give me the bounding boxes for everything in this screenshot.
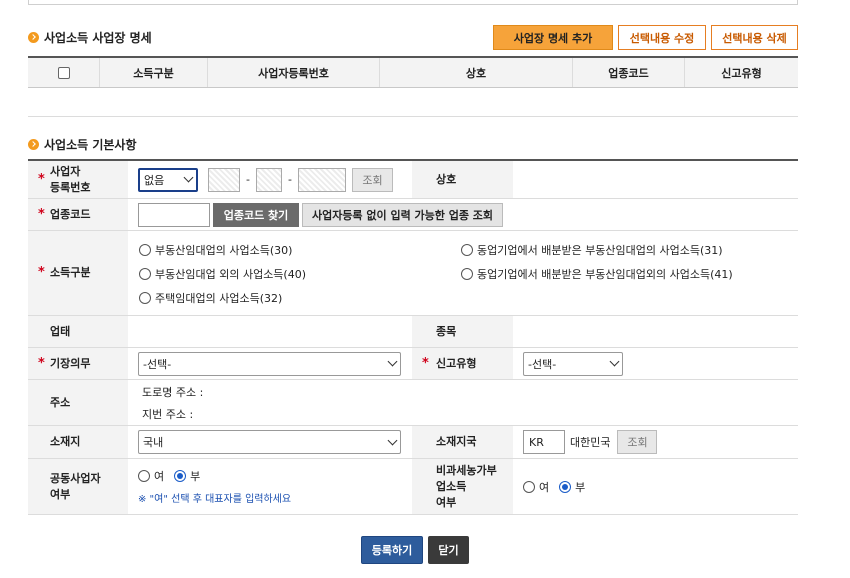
address-label: 주소 <box>28 380 128 425</box>
location-select[interactable]: 국내 <box>138 430 401 454</box>
bookkeeping-select[interactable]: -선택- <box>138 351 401 376</box>
radio-icon[interactable] <box>461 268 473 280</box>
country-lookup-button[interactable]: 조회 <box>617 430 658 454</box>
chevron-down-icon <box>183 172 194 183</box>
chevron-down-icon <box>387 435 398 445</box>
section-title-text: 사업소득 기본사항 <box>44 138 137 152</box>
country-label: 소재지국 <box>412 426 513 458</box>
biz-reg-part1-input[interactable] <box>208 167 240 192</box>
road-address-text: 도로명 주소 : <box>142 385 204 399</box>
income-type-option-30[interactable]: 부동산임대업의 사업소득(30) <box>139 242 292 258</box>
section-title-basic: 사업소득 기본사항 <box>28 136 137 153</box>
chevron-down-icon <box>387 356 398 367</box>
report-type-select[interactable]: -선택- <box>523 351 623 376</box>
industry-code-label: 업종코드 <box>28 199 128 230</box>
bullet-arrow-icon <box>28 139 39 150</box>
income-type-label: 소득구분 <box>28 231 128 315</box>
radio-icon[interactable] <box>523 480 535 493</box>
item-value <box>513 316 798 347</box>
delete-selected-button[interactable]: 선택내용 삭제 <box>711 25 798 50</box>
biz-reg-label: 사업자 등록번호 <box>28 161 128 198</box>
country-code-input[interactable]: KR <box>523 430 565 454</box>
find-industry-code-button[interactable]: 업종코드 찾기 <box>213 202 299 227</box>
radio-icon[interactable] <box>139 292 151 304</box>
joint-no-option[interactable]: 부 <box>174 468 200 484</box>
income-type-option-32[interactable]: 주택임대업의 사업소득(32) <box>139 290 282 306</box>
business-type-label: 업태 <box>28 316 128 347</box>
lot-address-text: 지번 주소 : <box>142 407 194 421</box>
submit-button[interactable]: 등록하기 <box>361 536 423 564</box>
biz-reg-lookup-button[interactable]: 조회 <box>351 167 393 192</box>
select-all-checkbox[interactable] <box>57 66 70 79</box>
column-header: 소득구분 <box>100 58 208 87</box>
radio-icon[interactable] <box>559 480 572 493</box>
no-reg-industry-lookup-button[interactable]: 사업자등록 없이 입력 가능한 업종 조회 <box>302 202 503 227</box>
income-type-option-31[interactable]: 동업기업에서 배분받은 부동산임대업의 사업소득(31) <box>461 242 723 258</box>
industry-code-input[interactable] <box>138 202 210 227</box>
basic-info-form: 사업자 등록번호 없음 - - 조회 상호 업종코드 업종코드 찾기 사업자등록… <box>28 159 798 515</box>
column-header: 상호 <box>380 58 573 87</box>
radio-icon[interactable] <box>174 470 187 482</box>
chevron-down-icon <box>609 356 620 367</box>
column-header: 업종코드 <box>573 58 685 87</box>
workplace-table-header: 소득구분 사업자등록번호 상호 업종코드 신고유형 <box>28 56 798 88</box>
radio-icon[interactable] <box>138 470 150 482</box>
trade-name-label: 상호 <box>412 161 513 198</box>
biz-reg-type-select[interactable]: 없음 <box>138 167 198 192</box>
radio-icon[interactable] <box>461 244 473 256</box>
tax-exempt-label: 비과세농가부 업소득 여부 <box>412 459 513 514</box>
column-header: 사업자등록번호 <box>208 58 380 87</box>
tax-exempt-no-option[interactable]: 부 <box>559 479 585 495</box>
add-workplace-button[interactable]: 사업장 명세 추가 <box>493 25 613 50</box>
location-label: 소재지 <box>28 426 128 458</box>
income-type-option-41[interactable]: 동업기업에서 배분받은 부동산임대업외의 사업소득(41) <box>461 266 733 282</box>
bookkeeping-label: 기장의무 <box>28 348 128 379</box>
income-type-option-40[interactable]: 부동산임대업 외의 사업소득(40) <box>139 266 306 282</box>
radio-icon[interactable] <box>139 268 151 280</box>
section-title-text: 사업소득 사업장 명세 <box>44 31 152 45</box>
dash-separator: - <box>287 173 292 186</box>
select-all-cell <box>28 58 100 87</box>
section-title-workplace: 사업소득 사업장 명세 <box>28 29 152 46</box>
country-name-text: 대한민국 <box>570 436 611 449</box>
joint-yes-option[interactable]: 여 <box>138 468 164 484</box>
joint-note-text: ※ "여" 선택 후 대표자를 입력하세요 <box>138 494 292 505</box>
report-type-label: 신고유형 <box>412 348 513 379</box>
dash-separator: - <box>246 173 250 186</box>
biz-reg-part2-input[interactable] <box>255 167 282 192</box>
radio-icon[interactable] <box>139 244 151 256</box>
business-type-value <box>128 316 412 347</box>
close-button[interactable]: 닫기 <box>428 536 469 564</box>
bullet-arrow-icon <box>28 32 39 43</box>
tax-exempt-yes-option[interactable]: 여 <box>523 479 549 495</box>
trade-name-value <box>513 161 798 198</box>
edit-selected-button[interactable]: 선택내용 수정 <box>618 25 706 50</box>
workplace-table-bottom <box>28 116 798 117</box>
biz-reg-part3-input[interactable] <box>297 167 346 192</box>
joint-business-label: 공동사업자 여부 <box>28 459 128 514</box>
item-label: 종목 <box>412 316 513 347</box>
previous-section-box <box>28 0 798 5</box>
column-header: 신고유형 <box>721 66 762 80</box>
